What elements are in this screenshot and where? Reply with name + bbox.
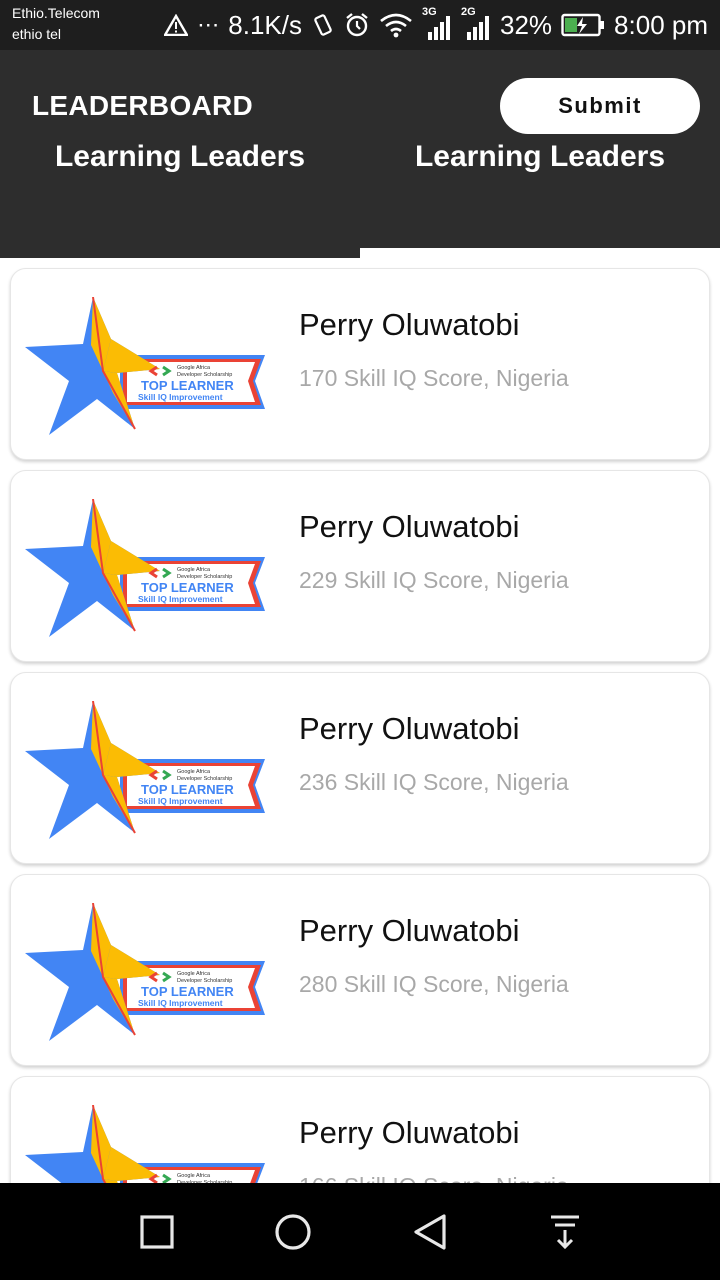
carrier-network: ethio tel	[12, 26, 62, 42]
leader-score-country: 236 Skill IQ Score, Nigeria	[299, 769, 569, 795]
leader-score-country: 229 Skill IQ Score, Nigeria	[299, 567, 569, 593]
system-nav-bar	[0, 1183, 720, 1280]
badge-small-text-1: Google Africa	[177, 567, 211, 573]
leader-name: Perry Oluwatobi	[299, 711, 520, 746]
selected-tab-indicator	[0, 248, 360, 258]
tab-learning-leaders[interactable]	[0, 100, 360, 260]
top-learner-badge-icon: Google Africa Developer Scholarship TOP …	[25, 903, 265, 1041]
battery-charging-icon	[561, 13, 605, 37]
status-bar: Ethio.Telecom ethio tel ⋯ 8.1K/s 3G 2G 3…	[0, 0, 720, 50]
badge-skill-iq-text: Skill IQ Improvement	[138, 796, 223, 806]
top-learner-badge-icon: Google Africa Developer Scholarship TOP …	[25, 701, 265, 839]
back-button[interactable]	[405, 1211, 455, 1253]
top-learner-badge-icon: Google Africa Developer Scholarship TOP …	[25, 1105, 265, 1183]
star-shape	[25, 499, 160, 637]
vibrate-icon	[314, 14, 332, 36]
badge-skill-iq-text: Skill IQ Improvement	[138, 998, 223, 1008]
badge-top-learner-text: TOP LEARNER	[141, 984, 234, 999]
leaders-list[interactable]: Google Africa Developer Scholarship TOP …	[0, 258, 720, 1183]
badge-skill-iq-text: Skill IQ Improvement	[138, 392, 223, 402]
top-learner-badge-icon: Google Africa Developer Scholarship TOP …	[25, 499, 265, 637]
leader-name: Perry Oluwatobi	[299, 1115, 520, 1150]
notification-pull-icon	[551, 1215, 579, 1250]
badge-small-text-1: Google Africa	[177, 769, 211, 775]
leader-name: Perry Oluwatobi	[299, 913, 520, 948]
recents-square-icon	[140, 1215, 174, 1249]
top-learner-badge-icon: Google Africa Developer Scholarship TOP …	[25, 297, 265, 435]
badge-top-learner-text: TOP LEARNER	[141, 378, 234, 393]
leader-card[interactable]: Google Africa Developer Scholarship TOP …	[10, 672, 710, 864]
carrier-name: Ethio.Telecom	[12, 5, 100, 21]
battery-percent: 32%	[500, 9, 553, 40]
leader-score-country: 170 Skill IQ Score, Nigeria	[299, 365, 569, 391]
star-shape	[25, 297, 160, 435]
net-speed: 8.1K/s	[228, 9, 302, 40]
leader-score-country: 166 Skill IQ Score, Nigeria	[299, 1173, 569, 1183]
clock: 8:00 pm	[614, 9, 708, 40]
star-shape	[25, 1105, 160, 1183]
badge-skill-iq-text: Skill IQ Improvement	[138, 594, 223, 604]
tab-learning-leaders-2[interactable]	[360, 100, 720, 260]
home-button[interactable]	[268, 1211, 318, 1253]
badge-small-text-1: Google Africa	[177, 971, 211, 977]
wifi-icon	[380, 13, 412, 38]
badge-top-learner-text: TOP LEARNER	[141, 580, 234, 595]
tab-label-2: Learning Leaders	[414, 140, 666, 173]
leader-score-country: 280 Skill IQ Score, Nigeria	[299, 971, 569, 997]
home-circle-icon	[275, 1214, 311, 1250]
leader-card[interactable]: Google Africa Developer Scholarship TOP …	[10, 268, 710, 460]
status-icons: ⋯ 8.1K/s 3G 2G 32% 8:00 pm	[164, 6, 708, 44]
leader-name: Perry Oluwatobi	[299, 509, 520, 544]
leader-card[interactable]: Google Africa Developer Scholarship TOP …	[10, 1076, 710, 1183]
star-shape	[25, 701, 160, 839]
badge-top-learner-text: TOP LEARNER	[141, 782, 234, 797]
signal-bars-icon	[428, 16, 450, 40]
back-triangle-icon	[414, 1214, 446, 1250]
more-dots-icon: ⋯	[197, 12, 220, 37]
leader-name: Perry Oluwatobi	[299, 307, 520, 342]
tab-label-1: Learning Leaders	[54, 140, 306, 173]
star-shape	[25, 903, 160, 1041]
recents-button[interactable]	[132, 1211, 182, 1253]
badge-small-text-1: Google Africa	[177, 365, 211, 371]
signal-3g: 3G	[422, 6, 452, 40]
signal-bars-icon	[467, 16, 489, 40]
notification-pull-button[interactable]	[540, 1211, 590, 1253]
warning-icon	[164, 14, 189, 36]
badge-small-text-1: Google Africa	[177, 1173, 211, 1179]
signal-2g: 2G	[461, 6, 491, 40]
leader-card[interactable]: Google Africa Developer Scholarship TOP …	[10, 470, 710, 662]
leader-card[interactable]: Google Africa Developer Scholarship TOP …	[10, 874, 710, 1066]
carrier-info: Ethio.Telecom ethio tel	[12, 3, 100, 45]
alarm-icon	[346, 13, 368, 37]
